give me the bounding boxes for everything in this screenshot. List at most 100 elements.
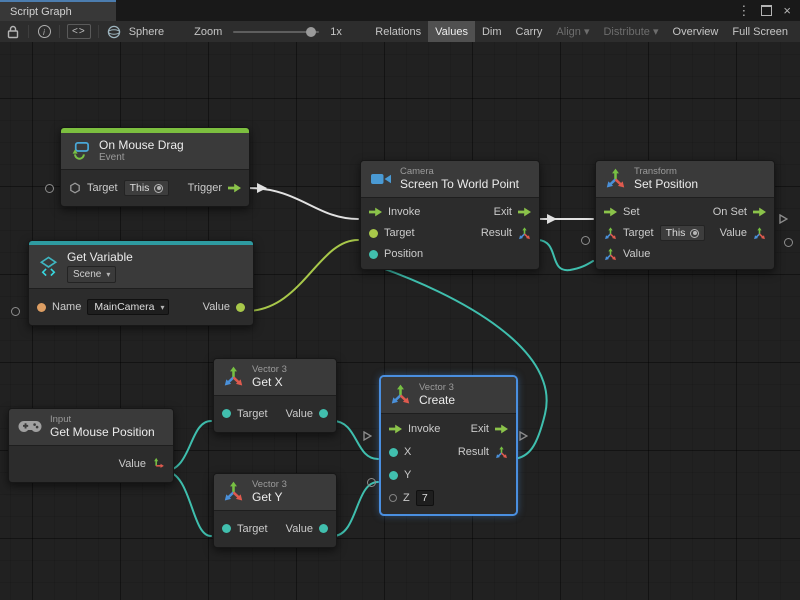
fullscreen-button[interactable]: Full Screen	[725, 21, 795, 42]
relation-circle-marker[interactable]	[45, 184, 54, 193]
node-category: Vector 3	[252, 479, 287, 490]
vector3-icon	[390, 384, 411, 405]
target-input-port[interactable]	[222, 409, 231, 418]
port-label-target: Target	[87, 182, 118, 194]
flow-output-port[interactable]	[753, 207, 766, 217]
values-button[interactable]: Values	[428, 21, 475, 42]
dim-button[interactable]: Dim	[475, 21, 509, 42]
position-input-port[interactable]	[369, 250, 378, 259]
vector3-output-port[interactable]	[518, 227, 531, 240]
port-label-result: Result	[458, 446, 489, 458]
node-title: Screen To World Point	[400, 177, 519, 191]
port-row: Invoke Exit	[361, 202, 539, 223]
flow-triangle-marker[interactable]	[779, 214, 788, 224]
port-row: Value	[9, 450, 173, 478]
toolbar-separator	[59, 25, 60, 38]
value-output-port[interactable]	[319, 409, 328, 418]
vector3-output-port[interactable]	[495, 446, 508, 459]
node-category: Input	[50, 414, 155, 425]
chip-value: This	[666, 227, 686, 239]
node-on-mouse-drag[interactable]: On Mouse Drag Event Target This Trigger	[60, 127, 250, 207]
flow-output-port[interactable]	[495, 424, 508, 434]
relation-circle-marker[interactable]	[784, 238, 793, 247]
z-input-port[interactable]	[389, 494, 397, 502]
port-label-value: Value	[119, 458, 146, 470]
node-vector3-get-x[interactable]: Vector 3 Get X Target Value	[213, 358, 337, 433]
flow-input-port[interactable]	[369, 207, 382, 217]
vector3-icon	[223, 366, 244, 387]
node-title: On Mouse Drag	[99, 138, 184, 152]
field-value: MainCamera	[94, 301, 154, 313]
x-input-port[interactable]	[389, 448, 398, 457]
node-get-variable[interactable]: Get Variable Scene ▾ Name MainCamera ▾ V…	[28, 240, 254, 326]
close-icon[interactable]: ×	[783, 3, 791, 18]
node-title: Get Y	[252, 490, 287, 504]
value-output-port[interactable]	[319, 524, 328, 533]
value-output-port[interactable]	[236, 303, 245, 312]
port-label-exit: Exit	[471, 423, 489, 435]
port-row: Set On Set	[596, 202, 774, 223]
node-title: Get X	[252, 375, 287, 389]
unity-script-graph-window: Script Graph ⋮ × i <> Sphere Zoom 1x Rel…	[0, 0, 800, 600]
node-category: Camera	[400, 166, 519, 177]
target-input-port[interactable]	[369, 229, 378, 238]
z-value-field[interactable]: 7	[416, 490, 434, 506]
edit-code-icon[interactable]: <>	[67, 24, 91, 39]
relation-circle-marker[interactable]	[11, 307, 20, 316]
overview-button[interactable]: Overview	[666, 21, 726, 42]
chevron-down-icon: ▾	[160, 303, 164, 312]
info-icon[interactable]: i	[36, 24, 52, 40]
node-vector3-create[interactable]: Vector 3 Create Invoke Exit X Result	[380, 376, 517, 515]
flow-triangle-marker[interactable]	[363, 431, 372, 441]
zoom-slider-handle[interactable]	[306, 27, 316, 37]
port-label-target: Target	[237, 523, 268, 535]
distribute-button[interactable]: Distribute ▾	[596, 21, 665, 42]
transform-icon	[605, 168, 626, 189]
variable-name-field[interactable]: MainCamera ▾	[87, 299, 169, 315]
relations-button[interactable]: Relations	[368, 21, 428, 42]
maximize-icon[interactable]	[761, 5, 772, 16]
port-row: Position	[361, 244, 539, 265]
align-button[interactable]: Align ▾	[549, 21, 596, 42]
transform-input-port[interactable]	[604, 227, 617, 240]
node-title: Set Position	[634, 177, 698, 191]
menu-icon[interactable]: ⋮	[737, 3, 750, 19]
flow-output-port[interactable]	[518, 207, 531, 217]
carry-button[interactable]: Carry	[509, 21, 550, 42]
port-row: Z 7	[381, 487, 516, 510]
port-row: Target This Trigger	[61, 174, 249, 202]
port-row: Target Value	[214, 515, 336, 543]
flow-input-port[interactable]	[389, 424, 402, 434]
vector3-input-port[interactable]	[604, 248, 617, 261]
y-input-port[interactable]	[389, 471, 398, 480]
window-controls: ⋮ ×	[737, 0, 800, 21]
port-label-name: Name	[52, 301, 81, 313]
string-input-port[interactable]	[37, 303, 46, 312]
graph-breadcrumb[interactable]: Sphere	[129, 26, 164, 38]
zoom-label: Zoom	[194, 26, 222, 38]
vector3-output-port[interactable]	[753, 227, 766, 240]
camera-icon	[370, 171, 392, 187]
flow-output-port[interactable]	[228, 183, 241, 193]
node-vector3-get-y[interactable]: Vector 3 Get Y Target Value	[213, 473, 337, 548]
vector2-output-port[interactable]	[152, 457, 165, 470]
target-value-chip[interactable]: This	[124, 180, 170, 196]
port-label-value: Value	[203, 301, 230, 313]
lock-icon[interactable]	[5, 24, 21, 40]
relation-circle-marker[interactable]	[367, 478, 376, 487]
flow-input-port[interactable]	[604, 207, 617, 217]
tab-bar: Script Graph ⋮ ×	[0, 0, 800, 21]
port-label-y: Y	[404, 469, 411, 481]
zoom-slider[interactable]	[233, 31, 319, 33]
target-value-chip[interactable]: This	[660, 225, 706, 241]
node-subtitle: Event	[99, 152, 184, 164]
flow-triangle-marker[interactable]	[519, 431, 528, 441]
variable-scope-dropdown[interactable]: Scene ▾	[67, 266, 116, 283]
node-get-mouse-position[interactable]: Input Get Mouse Position Value	[8, 408, 174, 483]
target-input-port[interactable]	[222, 524, 231, 533]
node-screen-to-world-point[interactable]: Camera Screen To World Point Invoke Exit…	[360, 160, 540, 270]
node-set-position[interactable]: Transform Set Position Set On Set Target…	[595, 160, 775, 270]
relation-circle-marker[interactable]	[581, 236, 590, 245]
port-label-z: Z	[403, 492, 410, 504]
tab-script-graph[interactable]: Script Graph	[0, 0, 116, 21]
